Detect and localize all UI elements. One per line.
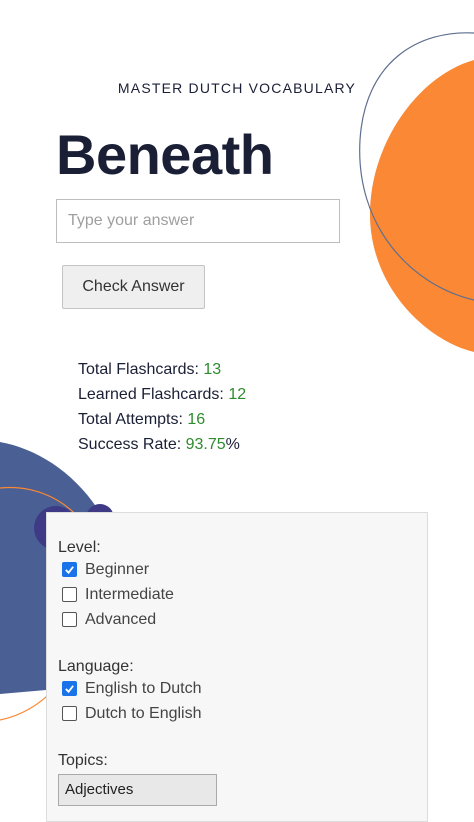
checkbox[interactable] <box>62 562 77 577</box>
orange-blob <box>369 60 474 352</box>
level-option-advanced[interactable]: Advanced <box>58 607 427 632</box>
answer-input[interactable] <box>56 199 340 243</box>
stat-learned-flashcards: Learned Flashcards: 12 <box>78 385 246 410</box>
checkmark-icon <box>65 566 74 575</box>
language-option-english-to-dutch[interactable]: English to Dutch <box>58 676 427 701</box>
checkbox[interactable] <box>62 587 77 602</box>
topics-label: Topics: <box>58 752 108 769</box>
option-label: Intermediate <box>85 585 174 603</box>
check-answer-button[interactable]: Check Answer <box>62 265 205 309</box>
stat-label: Success Rate: <box>78 436 186 453</box>
checkbox[interactable] <box>62 612 77 627</box>
stat-label: Total Flashcards: <box>78 361 204 378</box>
stat-total-attempts: Total Attempts: 16 <box>78 410 246 435</box>
stat-value: 93.75 <box>185 436 226 453</box>
filter-panel: Level: Beginner Intermediate Advanced La… <box>46 512 428 822</box>
stat-label: Learned Flashcards: <box>78 386 229 403</box>
language-label: Language: <box>58 658 134 675</box>
flashcard-word: Beneath <box>56 123 274 186</box>
stat-value: 16 <box>187 411 206 428</box>
level-option-intermediate[interactable]: Intermediate <box>58 582 427 607</box>
topics-select[interactable]: Adjectives <box>58 774 217 806</box>
stat-label: Total Attempts: <box>78 411 188 428</box>
option-label: Beginner <box>85 560 150 578</box>
level-option-beginner[interactable]: Beginner <box>58 557 427 582</box>
stat-value: 13 <box>203 361 222 378</box>
stat-total-flashcards: Total Flashcards: 13 <box>78 360 246 385</box>
option-label: English to Dutch <box>85 679 202 697</box>
option-label: Dutch to English <box>85 704 202 722</box>
checkbox[interactable] <box>62 681 77 696</box>
stats-panel: Total Flashcards: 13 Learned Flashcards:… <box>78 360 246 460</box>
stat-value: 12 <box>228 386 247 403</box>
level-label: Level: <box>58 539 101 556</box>
stat-success-rate: Success Rate: 93.75% <box>78 435 246 460</box>
app-subtitle: MASTER DUTCH VOCABULARY <box>117 80 357 96</box>
language-option-dutch-to-english[interactable]: Dutch to English <box>58 701 427 726</box>
checkmark-icon <box>65 685 74 694</box>
option-label: Advanced <box>85 610 157 628</box>
checkbox[interactable] <box>62 706 77 721</box>
stat-suffix: % <box>225 436 240 453</box>
